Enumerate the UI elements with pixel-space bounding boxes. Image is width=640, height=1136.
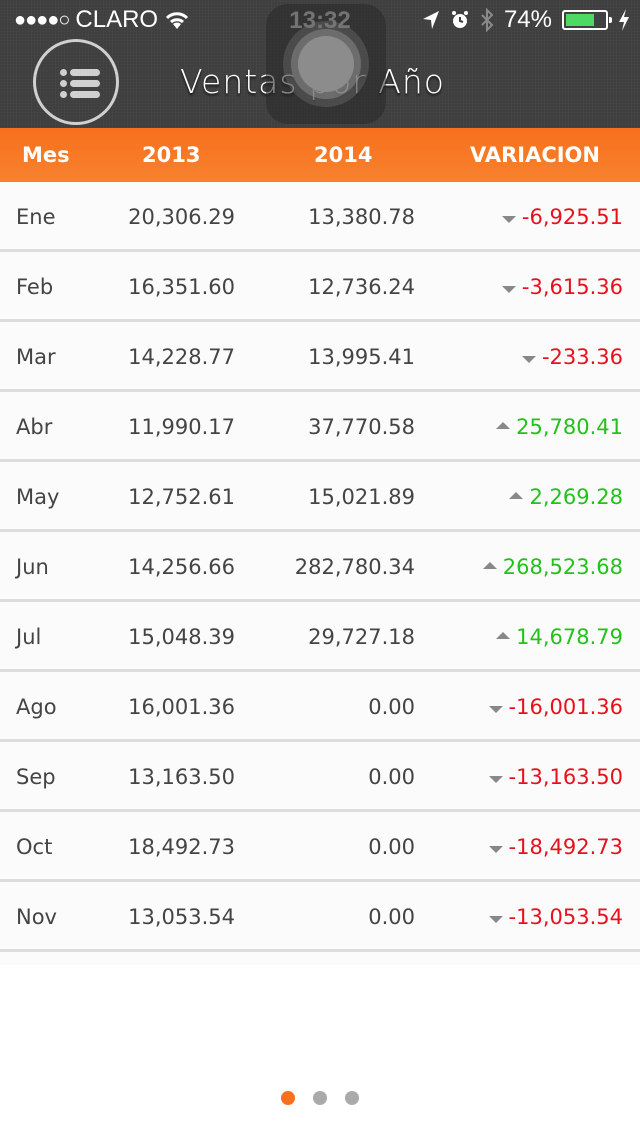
triangle-up-icon [496, 631, 511, 639]
variation-value: 2,269.28 [529, 485, 623, 509]
month-cell: Mar [16, 345, 56, 369]
triangle-up-icon [509, 491, 524, 499]
battery-percent: 74% [503, 6, 552, 33]
battery-icon [562, 10, 612, 30]
table-row-partial [0, 952, 640, 965]
alarm-icon [451, 11, 468, 28]
value-2014-cell: 0.00 [368, 835, 415, 859]
value-2014-cell: 29,727.18 [308, 625, 415, 649]
variation-value: -18,492.73 [508, 835, 623, 859]
variation-value: -233.36 [541, 345, 623, 369]
month-cell: Abr [16, 415, 53, 439]
value-2013-cell: 13,053.54 [128, 905, 235, 929]
value-2013-cell: 16,001.36 [128, 695, 235, 719]
month-cell: Nov [16, 905, 57, 929]
variation-cell: -13,163.50 [488, 765, 623, 789]
table-row[interactable]: May 12,752.61 15,021.89 2,269.28 [0, 462, 640, 532]
bluetooth-icon [481, 8, 494, 32]
assistive-touch-button[interactable] [266, 4, 386, 124]
table-row[interactable]: Mar 14,228.77 13,995.41 -233.36 [0, 322, 640, 392]
triangle-down-icon [488, 705, 503, 713]
table-row[interactable]: Jun 14,256.66 282,780.34 268,523.68 [0, 532, 640, 602]
table-row[interactable]: Nov 13,053.54 0.00 -13,053.54 [0, 882, 640, 952]
value-2014-cell: 12,736.24 [308, 275, 415, 299]
value-2013-cell: 11,990.17 [128, 415, 235, 439]
variation-cell: -6,925.51 [501, 205, 623, 229]
month-cell: Oct [16, 835, 53, 859]
variation-value: 268,523.68 [502, 555, 623, 579]
variation-value: -13,053.54 [508, 905, 623, 929]
value-2013-cell: 13,163.50 [128, 765, 235, 789]
triangle-down-icon [488, 845, 503, 853]
table-row[interactable]: Abr 11,990.17 37,770.58 25,780.41 [0, 392, 640, 462]
triangle-down-icon [488, 915, 503, 923]
value-2013-cell: 20,306.29 [128, 205, 235, 229]
table-row[interactable]: Jul 15,048.39 29,727.18 14,678.79 [0, 602, 640, 672]
charging-icon [619, 9, 629, 31]
month-cell: Jul [16, 625, 42, 649]
variation-cell: 14,678.79 [496, 625, 623, 649]
variation-cell: -233.36 [521, 345, 623, 369]
month-cell: May [16, 485, 60, 509]
month-cell: Jun [16, 555, 49, 579]
value-2013-cell: 14,256.66 [128, 555, 235, 579]
value-2013-cell: 14,228.77 [128, 345, 235, 369]
variation-cell: -3,615.36 [501, 275, 623, 299]
triangle-down-icon [501, 285, 516, 293]
column-header-2014: 2014 [314, 143, 373, 167]
table-row[interactable]: Ago 16,001.36 0.00 -16,001.36 [0, 672, 640, 742]
variation-value: -3,615.36 [521, 275, 623, 299]
page-dot-1[interactable] [281, 1091, 295, 1105]
month-cell: Sep [16, 765, 56, 789]
value-2014-cell: 0.00 [368, 695, 415, 719]
page-dot-2[interactable] [313, 1091, 327, 1105]
top-bar: ●●●●○ CLARO 13:32 74% Ventas por Año [0, 0, 640, 128]
month-cell: Ago [16, 695, 57, 719]
value-2013-cell: 18,492.73 [128, 835, 235, 859]
value-2013-cell: 16,351.60 [128, 275, 235, 299]
triangle-down-icon [501, 215, 516, 223]
value-2014-cell: 37,770.58 [308, 415, 415, 439]
page-dot-3[interactable] [345, 1091, 359, 1105]
column-header-2013: 2013 [142, 143, 201, 167]
table-row[interactable]: Ene 20,306.29 13,380.78 -6,925.51 [0, 182, 640, 252]
column-header-variacion: VARIACION [470, 143, 600, 167]
page-indicator[interactable] [0, 1091, 640, 1105]
table-row[interactable]: Feb 16,351.60 12,736.24 -3,615.36 [0, 252, 640, 322]
variation-cell: -18,492.73 [488, 835, 623, 859]
variation-value: 14,678.79 [516, 625, 623, 649]
value-2014-cell: 13,380.78 [308, 205, 415, 229]
variation-cell: 25,780.41 [496, 415, 623, 439]
column-header-mes: Mes [22, 143, 70, 167]
value-2014-cell: 282,780.34 [294, 555, 415, 579]
variation-cell: -16,001.36 [488, 695, 623, 719]
table-row[interactable]: Oct 18,492.73 0.00 -18,492.73 [0, 812, 640, 882]
variation-cell: 268,523.68 [482, 555, 623, 579]
value-2014-cell: 0.00 [368, 765, 415, 789]
variation-value: -6,925.51 [521, 205, 623, 229]
value-2013-cell: 12,752.61 [128, 485, 235, 509]
value-2014-cell: 0.00 [368, 905, 415, 929]
variation-cell: 2,269.28 [509, 485, 623, 509]
variation-cell: -13,053.54 [488, 905, 623, 929]
value-2014-cell: 13,995.41 [308, 345, 415, 369]
menu-button[interactable] [33, 39, 119, 125]
month-cell: Ene [16, 205, 56, 229]
value-2013-cell: 15,048.39 [128, 625, 235, 649]
table-header: Mes 2013 2014 VARIACION [0, 128, 640, 182]
variation-value: -16,001.36 [508, 695, 623, 719]
sales-table: Ene 20,306.29 13,380.78 -6,925.51 Feb 16,351.… [0, 182, 640, 965]
triangle-down-icon [521, 355, 536, 363]
variation-value: -13,163.50 [508, 765, 623, 789]
triangle-up-icon [482, 561, 497, 569]
triangle-up-icon [496, 421, 511, 429]
variation-value: 25,780.41 [516, 415, 623, 439]
value-2014-cell: 15,021.89 [308, 485, 415, 509]
table-row[interactable]: Sep 13,163.50 0.00 -13,163.50 [0, 742, 640, 812]
month-cell: Feb [16, 275, 54, 299]
triangle-down-icon [488, 775, 503, 783]
location-arrow-icon [422, 11, 439, 29]
